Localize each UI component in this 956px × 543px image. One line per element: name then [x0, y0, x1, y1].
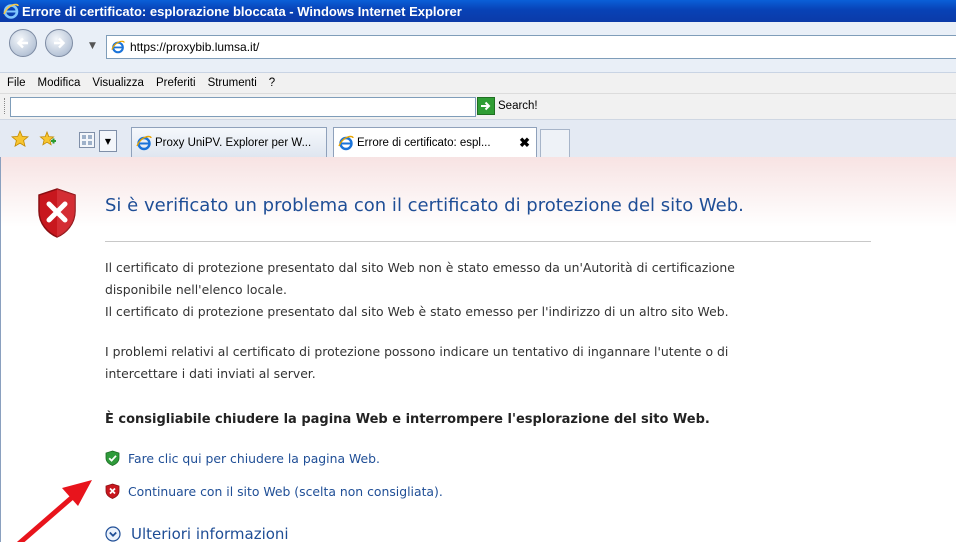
close-page-link-label: Fare clic qui per chiudere la pagina Web…	[128, 450, 380, 466]
quick-tabs-icon[interactable]	[79, 132, 95, 148]
search-go-icon	[477, 97, 495, 115]
more-info-label: Ulteriori informazioni	[131, 525, 289, 543]
forward-button[interactable]	[45, 29, 73, 57]
window-title: Errore di certificato: esplorazione bloc…	[22, 3, 462, 19]
description-line: Il certificato di protezione presentato …	[105, 260, 735, 275]
risk-line: intercettare i dati inviati al server.	[105, 366, 316, 381]
toolbar-grip[interactable]	[4, 98, 7, 114]
page-title: Si è verificato un problema con il certi…	[105, 195, 744, 216]
green-shield-check-icon	[105, 450, 120, 466]
risk-description: I problemi relativi al certificato di pr…	[105, 341, 865, 385]
search-button[interactable]: Search!	[477, 97, 538, 115]
risk-line: I problemi relativi al certificato di pr…	[105, 344, 729, 359]
close-tab-icon[interactable]: ✖	[519, 135, 530, 151]
navigation-bar: ▼ https://proxybib.lumsa.it/	[0, 22, 956, 73]
more-info-toggle[interactable]: Ulteriori informazioni	[105, 525, 289, 543]
search-button-label: Search!	[498, 100, 538, 112]
forward-arrow-icon	[54, 37, 66, 49]
new-tab-button[interactable]	[540, 129, 570, 157]
menu-preferiti[interactable]: Preferiti	[150, 77, 202, 89]
ie-logo-icon	[3, 3, 19, 19]
tab-bar: ▼ Proxy UniPV. Explorer per W... Errore …	[0, 119, 956, 158]
certificate-description: Il certificato di protezione presentato …	[105, 257, 865, 323]
error-shield-icon	[38, 188, 76, 238]
page-ie-icon	[111, 40, 125, 54]
tab-list-dropdown-icon[interactable]: ▼	[99, 130, 117, 152]
title-divider	[105, 241, 871, 242]
chevron-down-circle-icon	[105, 526, 121, 542]
description-line: disponibile nell'elenco locale.	[105, 282, 287, 297]
menu-bar: File Modifica Visualizza Preferiti Strum…	[0, 73, 956, 93]
tab-proxy-unipv[interactable]: Proxy UniPV. Explorer per W...	[131, 127, 327, 157]
add-favorite-icon[interactable]	[38, 130, 56, 148]
favorites-star-icon[interactable]	[11, 130, 29, 148]
search-input[interactable]	[10, 97, 476, 117]
search-toolbar: Search!	[0, 93, 956, 119]
menu-visualizza[interactable]: Visualizza	[86, 77, 150, 89]
continue-link-label: Continuare con il sito Web (scelta non c…	[128, 483, 443, 499]
menu-strumenti[interactable]: Strumenti	[202, 77, 263, 89]
red-shield-x-icon	[105, 483, 120, 499]
menu-file[interactable]: File	[0, 77, 32, 89]
menu-modifica[interactable]: Modifica	[32, 77, 87, 89]
tab-ie-icon	[338, 135, 354, 151]
tab-label: Errore di certificato: espl...	[357, 137, 491, 149]
back-arrow-icon	[16, 37, 28, 49]
window-title-bar: Errore di certificato: esplorazione bloc…	[0, 0, 956, 22]
history-dropdown-icon[interactable]: ▼	[89, 41, 96, 51]
tab-label: Proxy UniPV. Explorer per W...	[155, 136, 312, 149]
continue-to-site-link[interactable]: Continuare con il sito Web (scelta non c…	[105, 483, 443, 499]
menu-help[interactable]: ?	[263, 77, 281, 89]
back-button[interactable]	[9, 29, 37, 57]
description-line: Il certificato di protezione presentato …	[105, 304, 729, 319]
tab-ie-icon	[136, 135, 152, 150]
address-url: https://proxybib.lumsa.it/	[130, 40, 260, 54]
recommendation-text: È consigliabile chiudere la pagina Web e…	[105, 412, 710, 427]
address-field[interactable]: https://proxybib.lumsa.it/	[106, 35, 956, 59]
certificate-error-page: Si è verificato un problema con il certi…	[0, 157, 956, 543]
tab-certificate-error[interactable]: Errore di certificato: espl... ✖	[333, 127, 537, 158]
close-page-link[interactable]: Fare clic qui per chiudere la pagina Web…	[105, 450, 380, 466]
